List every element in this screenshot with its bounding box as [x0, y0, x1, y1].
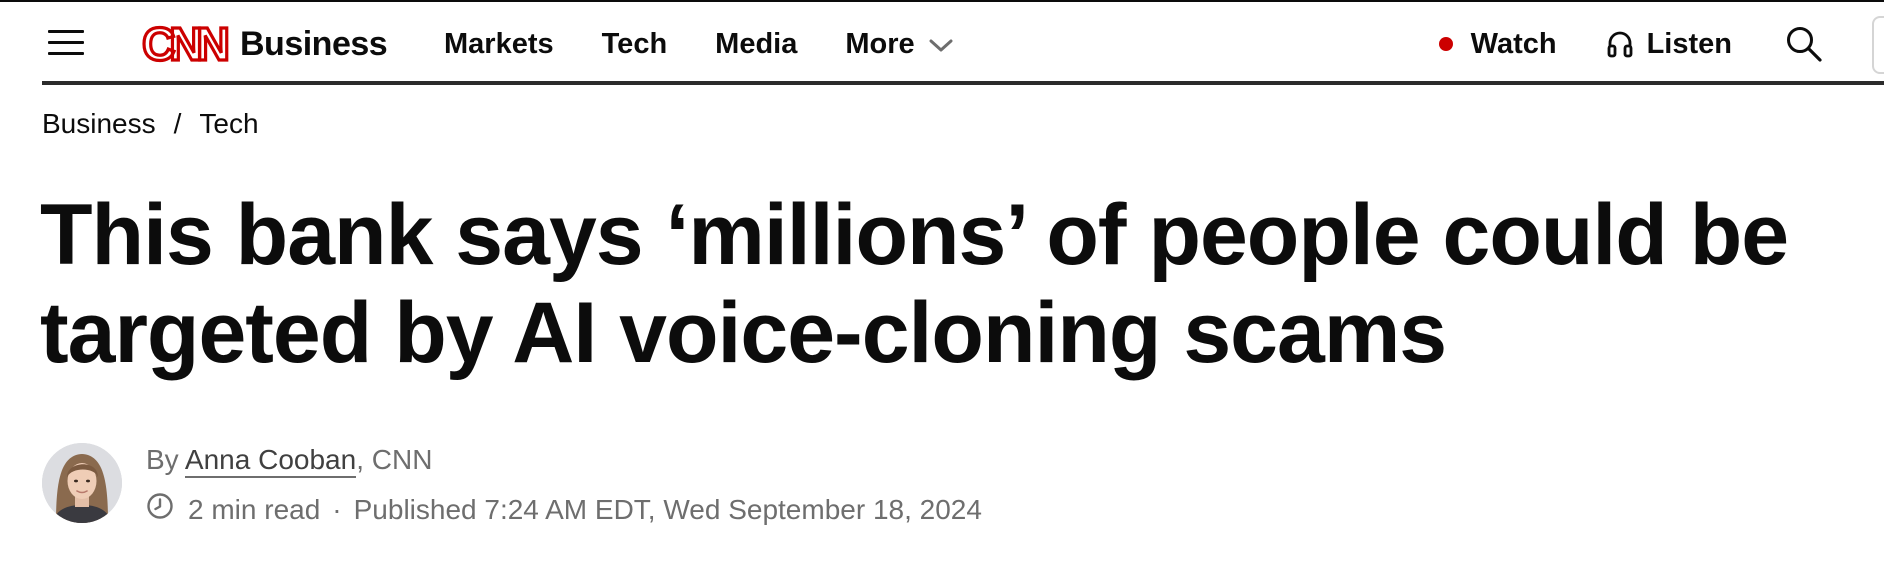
site-header: CNN Business Markets Tech Media More Wat…: [0, 2, 1884, 84]
breadcrumb-tech[interactable]: Tech: [199, 108, 258, 140]
nav-item-more-label: More: [845, 27, 915, 60]
clock-icon: [146, 492, 174, 527]
breadcrumb-separator: /: [173, 108, 182, 139]
utility-nav: Watch Listen: [1438, 24, 1824, 64]
article-meta: 2 min read · Published 7:24 AM EDT, Wed …: [146, 492, 982, 527]
byline-outlet: , CNN: [356, 444, 433, 475]
nav-item-markets[interactable]: Markets: [444, 28, 554, 61]
meta-separator: ·: [332, 493, 342, 525]
byline: By Anna Cooban, CNN: [146, 444, 433, 478]
nav-item-more[interactable]: More: [845, 27, 953, 61]
header-divider: [42, 81, 1884, 85]
section-name: Business: [240, 24, 388, 63]
read-time: 2 min read: [188, 493, 321, 525]
chevron-down-icon: [929, 28, 953, 61]
breadcrumb: Business / Tech: [42, 108, 259, 140]
svg-text:CNN: CNN: [142, 21, 227, 67]
watch-button[interactable]: Watch: [1438, 27, 1557, 61]
cnn-business-logo[interactable]: CNN Business: [136, 18, 388, 70]
main-nav: Markets Tech Media More: [444, 24, 1001, 64]
cnn-logo-icon: CNN: [141, 21, 230, 67]
byline-prefix: By: [146, 444, 185, 475]
nav-item-media[interactable]: Media: [715, 28, 797, 61]
menu-icon[interactable]: [44, 26, 88, 60]
author-avatar[interactable]: [42, 443, 122, 523]
search-icon[interactable]: [1784, 24, 1824, 64]
article-headline: This bank says ‘millions’ of people coul…: [40, 187, 1789, 381]
live-dot-icon: [1438, 37, 1453, 51]
nav-item-tech[interactable]: Tech: [602, 28, 668, 61]
author-link[interactable]: Anna Cooban: [184, 444, 357, 478]
headphones-icon: [1607, 31, 1632, 58]
listen-label: Listen: [1646, 27, 1732, 60]
published-timestamp: Published 7:24 AM EDT, Wed September 18,…: [353, 493, 982, 525]
user-account-button[interactable]: [1872, 16, 1884, 74]
listen-button[interactable]: Listen: [1607, 28, 1732, 61]
breadcrumb-business[interactable]: Business: [42, 108, 156, 140]
watch-label: Watch: [1470, 27, 1557, 60]
author-photo: [42, 443, 122, 523]
